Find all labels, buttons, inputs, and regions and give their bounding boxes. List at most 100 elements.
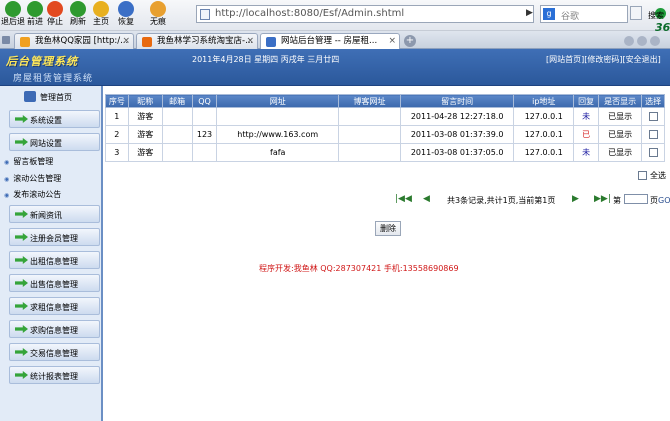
private-mode-button[interactable]: 无痕 [145, 1, 171, 27]
select-all-checkbox[interactable] [638, 171, 647, 180]
select-all-label: 全选 [650, 171, 666, 180]
link-change-password[interactable]: [修改密码] [584, 55, 622, 64]
browser-toolbar: 退后退 前进 停止 刷新 主页 恢复 无痕 http://localhost:8080/Es… [0, 0, 670, 34]
sidebar-item-label: 管理首页 [40, 93, 72, 102]
cell-reply: 已 [573, 125, 599, 144]
cell-blog [338, 125, 401, 144]
delete-button[interactable]: 删除 [375, 221, 401, 236]
cell-time: 2011-03-08 01:37:05.0 [399, 143, 515, 162]
green-arrow-icon [15, 302, 28, 310]
column-header: 网址 [216, 94, 340, 108]
logo-subtitle: 房屋租赁管理系统 [13, 74, 94, 84]
select-all[interactable]: 全选 [638, 170, 666, 181]
cell-site: http://www.163.com [216, 125, 340, 144]
logo-title: 后台管理系统 [6, 55, 78, 68]
prev-page-icon[interactable]: ◀ [423, 194, 430, 204]
page-number-input[interactable] [624, 194, 648, 204]
goto-suffix: 页GO [650, 195, 670, 206]
sidebar-button[interactable]: 出售信息管理 [9, 274, 100, 292]
back-arrow-icon [5, 1, 21, 17]
cell-reply: 未 [573, 107, 599, 126]
back-history-icon[interactable] [624, 36, 634, 46]
column-header: 邮箱 [161, 94, 193, 108]
close-icon[interactable]: × [388, 34, 396, 49]
sidebar-button-label: 交易信息管理 [30, 349, 78, 358]
cell-nick: 游客 [127, 107, 163, 126]
column-header: 序号 [105, 94, 129, 108]
column-header: 博客网址 [338, 94, 401, 108]
tab-label: 我鱼林QQ家园 [http:/... [35, 36, 129, 46]
link-home[interactable]: [网站首页] [546, 55, 584, 64]
browser-tab[interactable]: 我鱼林学习系统淘宝店-... × [136, 33, 258, 49]
first-page-icon[interactable]: |◀◀ [395, 194, 412, 204]
browser-tab[interactable]: 我鱼林QQ家园 [http:/... × [14, 33, 134, 49]
cell-reply: 未 [573, 143, 599, 162]
row-checkbox[interactable] [648, 148, 658, 157]
address-url[interactable]: http://localhost:8080/Esf/Admin.shtml [215, 8, 404, 19]
table-row: 1 游客 2011-04-28 12:27:18.0 127.0.0.1 未已显示 [105, 107, 665, 126]
main-content: 序号 昵称 邮箱 QQ 网址 博客网址 留言时间 ip地址 回复 是否显示 选择 1 游客 2011-0… [105, 86, 670, 421]
app-header: 后台管理系统 房屋租赁管理系统 2011年4月28日 星期四 丙戌年 三月廿四 … [0, 49, 670, 86]
browser-window: 退后退 前进 停止 刷新 主页 恢复 无痕 http://localhost:8080/Es… [0, 0, 670, 421]
sidebar-item-admin-home[interactable]: 管理首页 [0, 91, 103, 104]
address-bar[interactable]: http://localhost:8080/Esf/Admin.shtml 36… [196, 5, 670, 34]
sidebar-button[interactable]: 出租信息管理 [9, 251, 100, 269]
search-box[interactable]: g 谷歌 [540, 5, 628, 23]
next-page-icon[interactable]: ▶ [572, 194, 579, 204]
sidebar-subitem[interactable]: 留言板管理 [4, 156, 53, 167]
search-engine-icon[interactable]: g [543, 8, 555, 20]
cell-site [216, 107, 340, 126]
column-header: 选择 [641, 94, 665, 108]
home-button[interactable]: 主页 [88, 1, 114, 27]
refresh-icon [70, 1, 86, 17]
header-links: [网站首页][修改密码][安全退出] [546, 54, 661, 65]
browser-tab[interactable]: 网站后台管理 -- 房屋租... × [260, 33, 400, 49]
cell-ip: 127.0.0.1 [513, 125, 575, 144]
sidebar-button[interactable]: 求租信息管理 [9, 297, 100, 315]
home-icon [93, 1, 109, 17]
menu-icon[interactable] [2, 36, 10, 44]
sidebar-button[interactable]: 交易信息管理 [9, 343, 100, 361]
sidebar-button[interactable]: 注册会员管理 [9, 228, 100, 246]
restore-button[interactable]: 恢复 [113, 1, 139, 27]
row-checkbox[interactable] [648, 130, 658, 139]
last-page-icon[interactable]: ▶▶| [594, 194, 611, 204]
sidebar-button-label: 出租信息管理 [30, 257, 78, 266]
green-arrow-icon [15, 138, 28, 146]
page-icon [200, 9, 210, 20]
sidebar-button[interactable]: 系统设置 [9, 110, 100, 128]
green-arrow-icon [15, 115, 28, 123]
table-row: 3 游客 fafa 2011-03-08 01:37:05.0 127.0.0.1 未已显… [105, 143, 665, 162]
cell-site: fafa [216, 143, 340, 162]
new-tab-icon[interactable]: + [404, 35, 416, 47]
cell-qq [191, 107, 218, 126]
go-button[interactable]: GO [658, 196, 670, 205]
forward-history-icon[interactable] [637, 36, 647, 46]
home-icon [24, 91, 36, 102]
green-arrow-icon [15, 325, 28, 333]
sidebar-button[interactable]: 统计报表管理 [9, 366, 100, 384]
sidebar-subitem[interactable]: 发布滚动公告 [4, 189, 61, 200]
cell-no: 2 [105, 125, 129, 144]
tab-label: 网站后台管理 -- 房屋租... [281, 36, 378, 46]
toolbar-button-label: 主页 [93, 17, 109, 26]
search-go-button[interactable] [630, 6, 642, 20]
search-label[interactable]: 搜索 [648, 10, 664, 21]
close-icon[interactable]: × [122, 34, 130, 49]
header-date: 2011年4月28日 星期四 丙戌年 三月廿四 [192, 55, 340, 64]
go-arrow-icon[interactable]: ▶ [523, 4, 536, 22]
sidebar-button-label: 统计报表管理 [30, 372, 78, 381]
cell-nick: 游客 [127, 125, 163, 144]
sidebar-button[interactable]: 求购信息管理 [9, 320, 100, 338]
close-icon[interactable]: × [246, 34, 254, 49]
sidebar-subitem[interactable]: 滚动公告管理 [4, 173, 61, 184]
row-checkbox[interactable] [648, 112, 658, 121]
cell-qq [191, 143, 218, 162]
private-icon [150, 1, 166, 17]
goto-prefix: 第 [613, 196, 621, 205]
link-logout[interactable]: [安全退出] [623, 55, 661, 64]
green-arrow-icon [15, 256, 28, 264]
tab-list-icon[interactable] [650, 36, 660, 46]
sidebar-button[interactable]: 新闻资讯 [9, 205, 100, 223]
sidebar-button[interactable]: 网站设置 [9, 133, 100, 151]
